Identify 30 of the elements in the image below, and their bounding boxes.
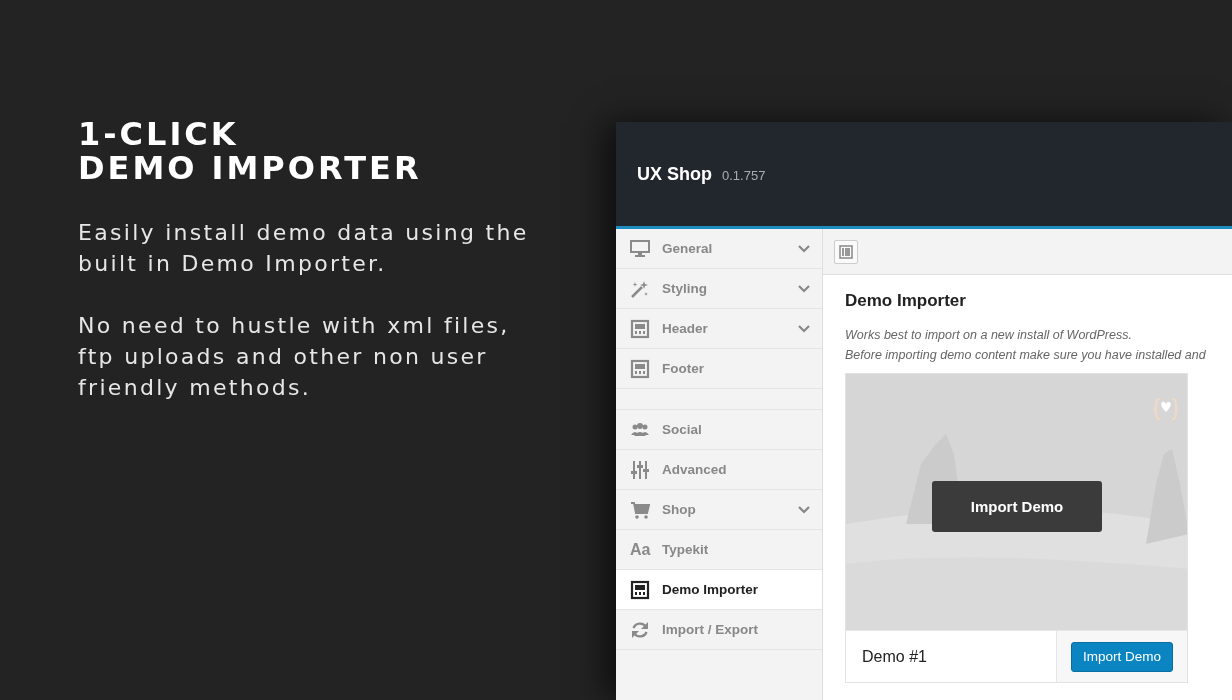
version-label: 0.1.757 <box>722 167 766 183</box>
layout-icon <box>630 358 650 379</box>
sidebar-item[interactable]: Shop <box>616 490 822 530</box>
monitor-icon <box>630 238 650 259</box>
cart-icon <box>630 499 650 520</box>
sliders-icon <box>630 459 650 480</box>
description: No need to hustle with xml files, ftp uploads and other non user friendly methods. <box>78 312 511 402</box>
sidebar-item[interactable]: General <box>616 229 822 269</box>
import-demo-button[interactable]: Import Demo <box>932 481 1102 532</box>
import-demo-button[interactable]: Import Demo <box>1071 641 1173 672</box>
headline: 1-CLICK DEMO IMPORTER <box>78 117 423 185</box>
sidebar-item[interactable]: Social <box>616 410 822 450</box>
sidebar-item[interactable]: Styling <box>616 269 822 309</box>
sidebar-item[interactable]: Import / Export <box>616 610 822 650</box>
sidebar-item[interactable]: Footer <box>616 349 822 389</box>
font-icon: Aa <box>630 540 650 559</box>
layout-icon <box>630 579 650 600</box>
layout-icon <box>839 244 853 259</box>
sidebar-item[interactable]: Header <box>616 309 822 349</box>
description: Easily install demo data using the built in Demo Importer. <box>78 219 530 278</box>
layout-icon <box>630 318 650 339</box>
refresh-icon <box>630 619 650 640</box>
sidebar-item[interactable]: Advanced <box>616 450 822 490</box>
app-name: UX Shop <box>637 163 712 185</box>
help-text: Before importing demo content make sure you have installed and <box>845 347 1207 364</box>
section-heading: Demo Importer <box>845 291 967 311</box>
sidebar-item[interactable]: Demo Importer <box>616 570 822 610</box>
demo-name: Demo #1 <box>861 646 928 667</box>
help-text: Works best to import on a new install of WordPress. <box>845 327 1133 344</box>
layout-toggle-button[interactable] <box>834 239 858 264</box>
